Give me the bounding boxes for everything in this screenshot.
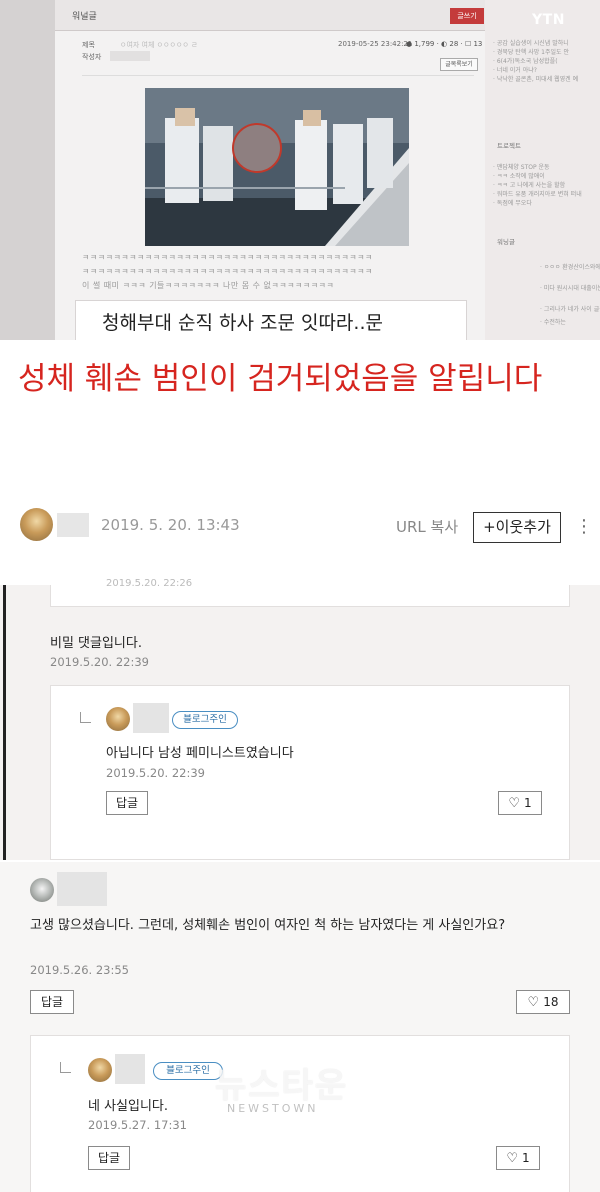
- like-count: 1: [522, 1151, 530, 1165]
- like-count: 18: [543, 995, 559, 1009]
- partial-date: 2019.5.20. 22:26: [106, 578, 193, 589]
- watermark-subtitle: NEWSTOWN: [227, 1102, 319, 1115]
- blog-owner-badge: 블로그주인: [153, 1062, 223, 1080]
- owner-name-blurred: [115, 1054, 145, 1084]
- secret-comment-date: 2019.5.20. 22:39: [50, 655, 149, 669]
- meta-title-label: 제목: [82, 41, 95, 49]
- comment-2-text: 고생 많으셨습니다. 그런데, 성체훼손 범인이 여자인 척 하는 남자였다는 …: [30, 918, 506, 933]
- board-title: 워널글: [72, 12, 97, 22]
- meta-date: 2019-05-25 23:42:21: [338, 40, 413, 48]
- sidebar-item: · 6(4가)독소국 남성합플(: [493, 58, 558, 65]
- reply-arrow-icon: [80, 712, 91, 723]
- news-photo: [145, 88, 409, 246]
- owner-reply-1-date: 2019.5.20. 22:39: [106, 766, 205, 780]
- crop-edge: [3, 585, 6, 860]
- blog-owner-badge: 블로그주인: [172, 711, 238, 729]
- sidebar-item: · 독점에 무오다: [493, 200, 532, 207]
- sidebar-bottom-list: · ㅇㅇㅇ 환경산이스와에 · 미다 원시시대 대출이는 · 그리나가 네가 사…: [540, 262, 600, 326]
- sidebar-item: · 너네 이거 아냐?: [493, 67, 537, 74]
- commenter-name-blurred: [57, 872, 107, 906]
- sidebar-item: · ㅋㅋ 소작에 많애이: [493, 173, 545, 180]
- url-copy-button[interactable]: URL 복사: [396, 516, 458, 537]
- sidebar-heading-bottom: 워닝글: [497, 238, 515, 246]
- sidebar-item: · 워마드 유품 개러지아로 변혀 떠내: [493, 191, 582, 198]
- write-button: 글쓰기: [450, 8, 484, 24]
- sidebar-item: · 공감 실습생이 시신냄 말하니: [493, 40, 569, 47]
- owner-name-blurred: [133, 703, 169, 733]
- author-name-blurred: [57, 513, 89, 537]
- reply-arrow-icon: [60, 1062, 71, 1073]
- post-date: 2019. 5. 20. 13:43: [101, 516, 240, 534]
- sidebar-item: · 맨답체양 STOP 운동: [493, 164, 550, 171]
- author-blur: [110, 51, 150, 61]
- sidebar-mid-list: · 맨답체양 STOP 운동 · ㅋㅋ 소작에 많애이 · ㅋㅋ 고 나에게 사…: [493, 162, 593, 207]
- sidebar-heading-mid: 트로젝트: [497, 142, 521, 150]
- meta-title-value: ㅇ여자 여체 ㅇㅇㅇㅇㅇ ㄹ: [120, 41, 198, 49]
- watermark-logo: 뉴스타운: [215, 1066, 349, 1106]
- reply-button[interactable]: 답글: [106, 791, 148, 815]
- meta-author-label: 작성자: [82, 53, 102, 61]
- owner-avatar[interactable]: [88, 1058, 112, 1082]
- sidebar-item: · ㅋㅋ 고 나에게 사는을 할함: [493, 182, 566, 189]
- sidebar-item: · 수전하는: [540, 319, 566, 326]
- add-neighbor-button[interactable]: +이웃추가: [473, 512, 561, 543]
- heart-icon: ♡: [527, 995, 540, 1010]
- like-button[interactable]: ♡ 1: [498, 791, 542, 815]
- like-button[interactable]: ♡ 18: [516, 990, 570, 1014]
- ytn-logo: YTN: [532, 12, 565, 28]
- sidebar-top-list: · 공감 실습생이 시신냄 말하니 · 경북당 탄핵 사망 1주일도 안 · 6…: [493, 38, 593, 83]
- sidebar-item: · 그리나가 네가 사이 글실: [540, 306, 600, 313]
- sidebar-item: · 경북당 탄핵 사망 1주일도 안: [493, 49, 569, 56]
- owner-reply-2-text: 네 사실입니다.: [88, 1099, 169, 1114]
- owner-avatar[interactable]: [106, 707, 130, 731]
- content-line-1: ㅋㅋㅋㅋㅋㅋㅋㅋㅋㅋㅋㅋㅋㅋㅋㅋㅋㅋㅋㅋㅋㅋㅋㅋㅋㅋㅋㅋㅋㅋㅋㅋㅋㅋㅋㅋㅋ: [82, 253, 373, 262]
- heart-icon: ♡: [508, 796, 520, 811]
- heart-icon: ♡: [506, 1151, 518, 1166]
- owner-reply-2-date: 2019.5.27. 17:31: [88, 1118, 187, 1132]
- like-button[interactable]: ♡ 1: [496, 1146, 540, 1170]
- secret-comment-text: 비밀 댓글입니다.: [50, 636, 142, 651]
- sidebar-item: · 미다 원시시대 대출이는: [540, 285, 600, 292]
- owner-reply-1-text: 아닙니다 남성 페미니스트였습니다: [106, 746, 294, 761]
- captured-topbar: [55, 0, 500, 31]
- reply-button[interactable]: 답글: [30, 990, 74, 1014]
- post-headline: 성체 훼손 범인이 검거되었음을 알립니다: [18, 361, 543, 397]
- comment-2-date: 2019.5.26. 23:55: [30, 963, 129, 977]
- sidebar-item: · ㅇㅇㅇ 환경산이스와에: [540, 264, 600, 271]
- list-button: 글목록보기: [440, 58, 478, 71]
- content-line-3: 이 썰 때미 ㅋㅋㅋ 기들ㅋㅋㅋㅋㅋㅋㅋ 나만 몸 수 없ㅋㅋㅋㅋㅋㅋㅋㅋ: [82, 281, 335, 290]
- content-line-2: ㅋㅋㅋㅋㅋㅋㅋㅋㅋㅋㅋㅋㅋㅋㅋㅋㅋㅋㅋㅋㅋㅋㅋㅋㅋㅋㅋㅋㅋㅋㅋㅋㅋㅋㅋㅋㅋ: [82, 267, 373, 276]
- sidebar-item: · 낙낙한 골콘촌, 미대세 웹영겐 예: [493, 76, 579, 83]
- meta-stats: ● 1,799 · ◐ 28 · ☐ 13: [406, 40, 483, 48]
- meta-divider: [82, 75, 474, 76]
- like-count: 1: [524, 796, 532, 810]
- tv-screenshot: 워널글 글쓰기 제목 ㅇ여자 여체 ㅇㅇㅇㅇㅇ ㄹ 작성자 2019-05-25…: [0, 0, 600, 340]
- news-caption: 청해부대 순직 하사 조문 잇따라..문: [102, 312, 383, 334]
- reply-button[interactable]: 답글: [88, 1146, 130, 1170]
- commenter-avatar[interactable]: [30, 878, 54, 902]
- author-avatar[interactable]: [20, 508, 53, 541]
- more-vertical-icon[interactable]: ⋮: [575, 512, 593, 542]
